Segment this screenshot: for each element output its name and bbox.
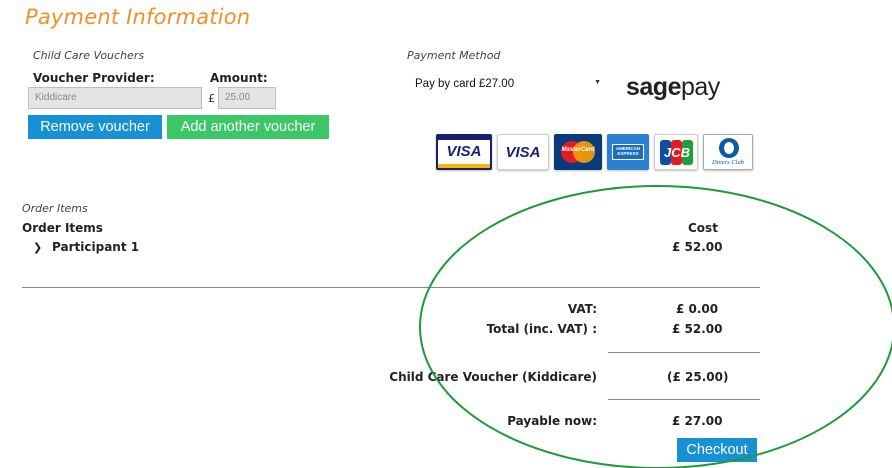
page-title: Payment Information — [25, 5, 251, 29]
dropdown-arrow-icon: ▼ — [594, 79, 601, 86]
add-voucher-button[interactable]: Add another voucher — [167, 115, 329, 139]
order-divider — [22, 287, 760, 288]
vouchers-section-label: Child Care Vouchers — [33, 49, 145, 62]
vat-label: VAT: — [567, 302, 597, 316]
visa-card-icon: VISA — [436, 134, 492, 170]
voucher-provider-field[interactable]: Kiddicare — [28, 87, 202, 109]
payment-method-select[interactable]: Pay by card £27.00 ▼ — [407, 72, 609, 100]
diners-club-card-icon: Diners Club — [703, 134, 753, 170]
order-items-heading: Order Items — [22, 221, 103, 235]
payable-now-value: £ 27.00 — [672, 414, 723, 428]
jcb-card-icon: JCB — [654, 134, 698, 170]
payment-method-label: Payment Method — [407, 49, 501, 62]
american-express-icon: AMERICAN EXPRESS — [607, 134, 649, 170]
visa-electron-card-icon: VISA — [497, 134, 549, 170]
payable-now-label: Payable now: — [507, 414, 597, 428]
amount-label: Amount: — [210, 71, 268, 85]
currency-symbol: £ — [208, 92, 215, 105]
participant-cost: £ 52.00 — [672, 240, 723, 254]
checkout-button[interactable]: Checkout — [677, 438, 757, 462]
voucher-deduction-label: Child Care Voucher (Kiddicare) — [389, 370, 597, 384]
payment-method-value: Pay by card £27.00 — [415, 78, 515, 90]
vat-value: £ 0.00 — [676, 302, 719, 316]
order-items-section-label: Order Items — [22, 202, 88, 215]
remove-voucher-button[interactable]: Remove voucher — [28, 115, 162, 139]
mastercard-icon: MasterCard — [554, 134, 602, 170]
voucher-amount-field[interactable]: 25.00 — [218, 87, 276, 109]
sagepay-logo: sagepay — [626, 73, 720, 101]
totals-divider-2 — [608, 399, 760, 400]
total-value: £ 52.00 — [672, 322, 723, 336]
totals-divider-1 — [608, 352, 760, 353]
chevron-down-icon[interactable]: ❯ — [33, 241, 42, 254]
voucher-deduction-value: (£ 25.00) — [667, 370, 729, 384]
voucher-provider-label: Voucher Provider: — [33, 71, 155, 85]
participant-label: Participant 1 — [52, 240, 140, 254]
participant-row[interactable]: ❯ Participant 1 — [33, 240, 139, 254]
total-label: Total (inc. VAT) : — [486, 322, 597, 336]
cost-header: Cost — [688, 221, 718, 235]
